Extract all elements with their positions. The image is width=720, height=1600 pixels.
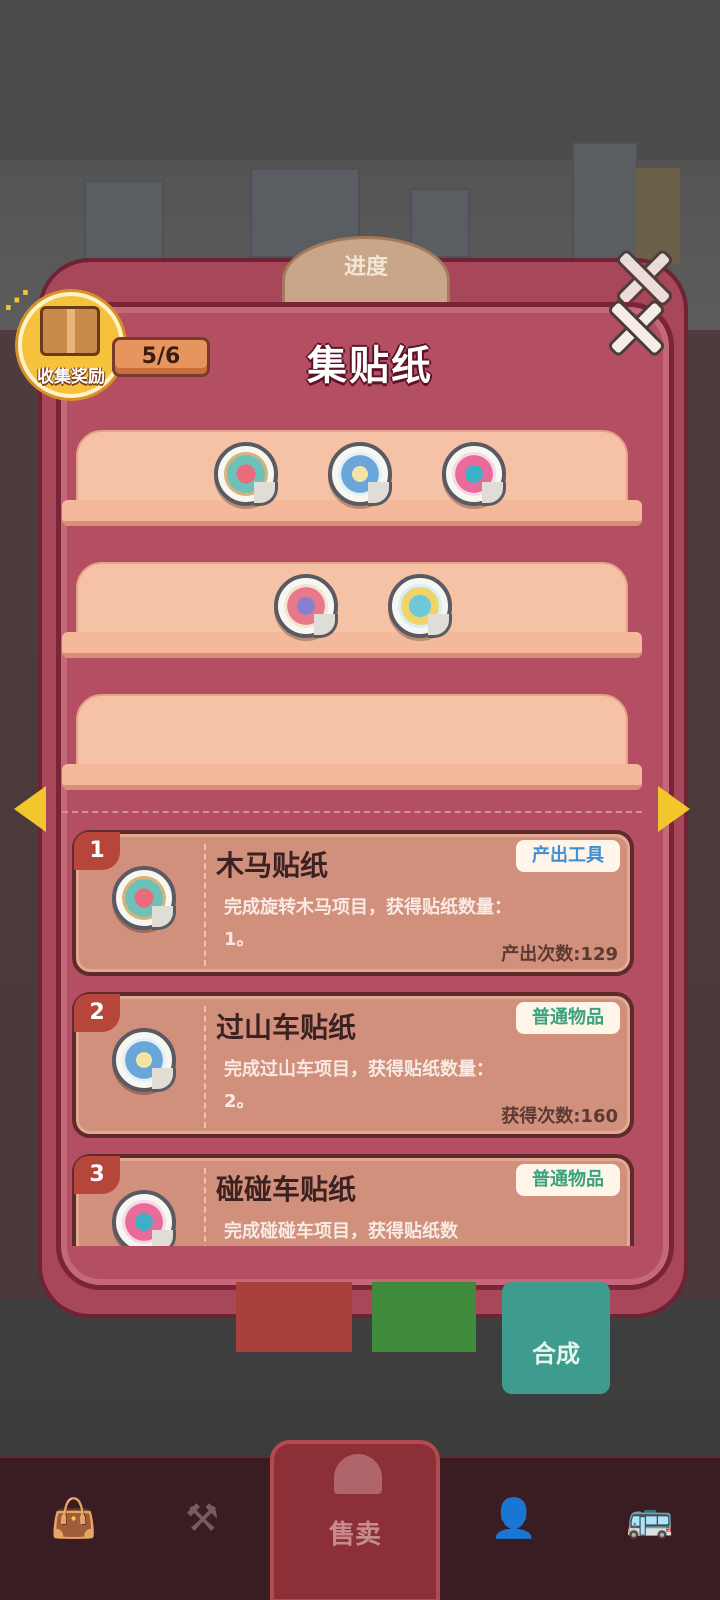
tab-sell[interactable]: 售卖 [270,1440,440,1600]
shelf-lip [62,632,642,658]
item-name: 碰碰车贴纸 [216,1173,357,1206]
castle-sticker-icon[interactable] [274,574,338,638]
list-item[interactable]: 1 木马贴纸 完成旋转木马项目，获得贴纸数量：1。 产出工具 产出次数:129 [72,830,634,976]
coaster-sticker-icon [112,1028,176,1092]
item-name: 木马贴纸 [216,849,329,882]
shelf-board [76,562,628,636]
building [84,180,164,260]
hammer-icon: ⚒ [184,1496,220,1540]
item-number: 1 [74,832,120,870]
tab-staff[interactable]: 👤 [440,1458,584,1600]
divider [204,1006,206,1128]
building [572,142,638,262]
tab-bus[interactable]: 🚌 [576,1458,720,1600]
shelf-lip [62,764,642,790]
progress-counter-text: 5/6 [141,344,181,369]
item-number: 2 [74,994,120,1032]
collect-reward-label: 收集奖励 [37,367,105,387]
tab-shop[interactable]: 👜 [0,1458,144,1600]
bumper-car-sticker-icon [112,1190,176,1246]
progress-tab-label: 进度 [343,255,388,280]
sparkle-icon: ⋰ [4,286,30,316]
background-banner [236,1282,352,1352]
progress-counter: 5/6 [112,337,210,377]
item-stat: 产出次数:129 [501,944,618,965]
background-banner [372,1282,476,1352]
item-tag: 产出工具 [516,840,620,872]
shelf-1 [62,430,642,534]
sticker-list[interactable]: 1 木马贴纸 完成旋转木马项目，获得贴纸数量：1。 产出工具 产出次数:129 … [56,826,674,1246]
close-button[interactable] [604,296,662,354]
bumper-car-sticker-icon[interactable] [442,442,506,506]
shelf-2 [62,562,642,666]
coaster-sticker-icon[interactable] [328,442,392,506]
item-description: 完成过山车项目，获得贴纸数量：2。 [224,1059,494,1112]
box-icon [40,306,100,356]
divider [204,1168,206,1246]
item-tag: 普通物品 [516,1164,620,1196]
item-number: 3 [74,1156,120,1194]
carousel-sticker-icon[interactable] [214,442,278,506]
separator [62,811,642,813]
divider [204,844,206,966]
bus-sticker-icon[interactable] [388,574,452,638]
person-icon: 👤 [490,1496,538,1540]
shelf-3 [62,694,642,798]
item-description: 完成碰碰车项目，获得贴纸数 [224,1221,458,1242]
prev-page-arrow[interactable] [14,786,48,832]
shelf-board [76,694,628,768]
item-stat: 获得次数:160 [501,1106,618,1127]
bottom-nav: 👜 ⚒ 售卖 👤 🚌 [0,1440,720,1600]
item-name: 过山车贴纸 [216,1011,357,1044]
bag-icon: 👜 [50,1496,98,1540]
list-item[interactable]: 3 碰碰车贴纸 完成碰碰车项目，获得贴纸数 普通物品 [72,1154,634,1246]
carousel-sticker-icon [112,866,176,930]
tab-sell-label: 售卖 [328,1520,381,1550]
item-tag: 普通物品 [516,1002,620,1034]
bus-icon: 🚌 [626,1496,674,1540]
merge-banner-label: 合成 [532,1340,580,1368]
tab-decorate[interactable]: ⚒ [130,1458,274,1600]
list-item[interactable]: 2 过山车贴纸 完成过山车项目，获得贴纸数量：2。 普通物品 获得次数:160 [72,992,634,1138]
item-description: 完成旋转木马项目，获得贴纸数量：1。 [224,897,512,950]
merge-banner[interactable]: 合成 [502,1282,610,1394]
collect-reward-button[interactable]: 收集奖励 [18,292,124,398]
service-bell-icon [334,1454,382,1494]
